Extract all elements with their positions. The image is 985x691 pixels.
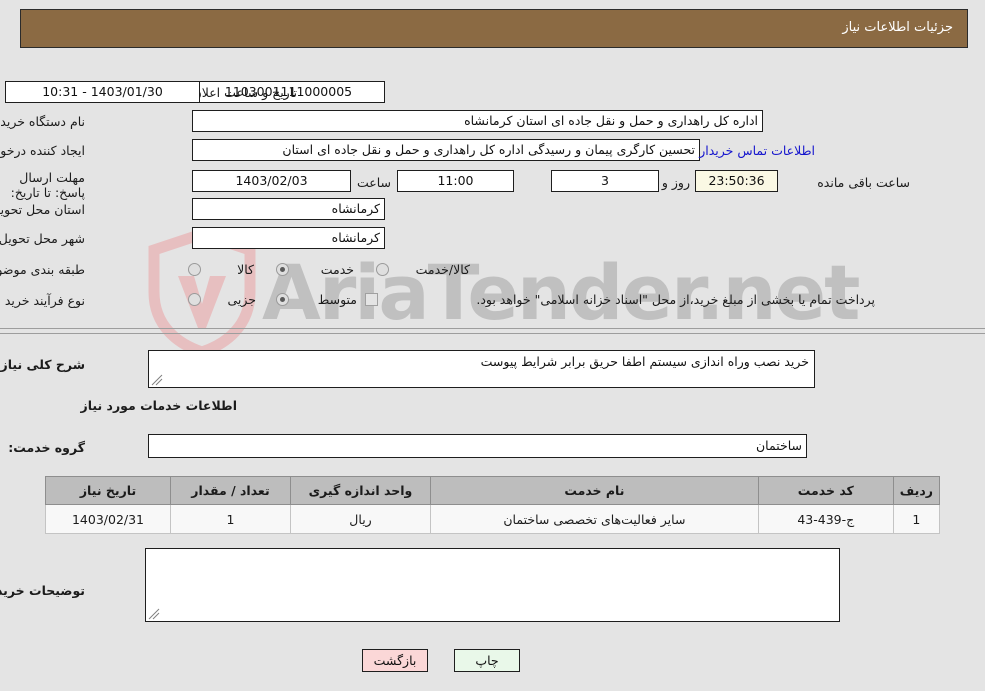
deadline-hour-field[interactable]: 11:00 — [397, 170, 514, 192]
buyer-org-field[interactable]: اداره کل راهداری و حمل و نقل جاده ای است… — [192, 110, 763, 132]
cell-name: سایر فعالیت‌های تخصصی ساختمان — [430, 504, 759, 534]
cell-index: 1 — [892, 504, 941, 534]
table-header-row: ردیف کد خدمت نام خدمت واحد اندازه گیری ت… — [45, 476, 941, 505]
buyer-org-label: نام دستگاه خریدار: — [0, 114, 85, 129]
remaining-days-label: روز و — [661, 175, 690, 190]
treasury-bond-checkbox[interactable] — [365, 293, 378, 306]
radio-process-jozyi[interactable] — [188, 293, 201, 306]
cell-code: ج-439-43 — [757, 504, 894, 534]
announce-datetime-field[interactable]: 1403/01/30 - 10:31 — [5, 81, 200, 103]
radio-category-kala[interactable] — [188, 263, 201, 276]
resize-grip-icon[interactable] — [148, 608, 160, 620]
col-date: تاریخ نیاز — [45, 476, 171, 505]
province-label: استان محل تحویل: — [0, 202, 85, 217]
divider-bottom — [0, 333, 985, 334]
requester-label: ایجاد کننده درخواست: — [0, 143, 85, 158]
service-group-field[interactable]: ساختمان — [148, 434, 807, 458]
category-option-1-label: خدمت — [320, 262, 354, 277]
description-label: شرح کلی نیاز: — [0, 357, 85, 372]
cell-unit: ریال — [290, 504, 431, 534]
province-field[interactable]: کرمانشاه — [192, 198, 385, 220]
table-row[interactable]: 1 ج-439-43 سایر فعالیت‌های تخصصی ساختمان… — [45, 504, 941, 534]
remaining-suffix-label: ساعت باقی مانده — [817, 175, 910, 190]
category-option-0-label: کالا — [237, 262, 254, 277]
category-label: طبقه بندی موضوعی: — [0, 262, 85, 277]
cell-date: 1403/02/31 — [45, 504, 171, 534]
remaining-days-field[interactable]: 3 — [551, 170, 659, 192]
cell-quantity: 1 — [170, 504, 291, 534]
page-title: جزئیات اطلاعات نیاز — [842, 20, 953, 35]
radio-process-motavaset[interactable] — [276, 293, 289, 306]
radio-category-khedmat[interactable] — [276, 263, 289, 276]
back-button[interactable]: بازگشت — [362, 649, 428, 672]
col-code: کد خدمت — [757, 476, 894, 505]
page-title-bar: جزئیات اطلاعات نیاز — [20, 9, 968, 48]
col-quantity: تعداد / مقدار — [170, 476, 291, 505]
deadline-label: مهلت ارسال پاسخ: تا تاریخ: — [10, 170, 85, 200]
description-textarea[interactable]: خرید نصب وراه اندازی سیستم اطفا حریق برا… — [148, 350, 815, 388]
buyer-notes-label: توضیحات خریدار: — [0, 583, 85, 598]
deadline-hour-label: ساعت — [356, 175, 391, 190]
city-label: شهر محل تحویل: — [0, 231, 85, 246]
city-field[interactable]: کرمانشاه — [192, 227, 385, 249]
divider-top — [0, 328, 985, 329]
services-table: ردیف کد خدمت نام خدمت واحد اندازه گیری ت… — [45, 476, 941, 534]
treasury-bond-note: پرداخت تمام یا بخشی از مبلغ خرید،از محل … — [476, 292, 875, 307]
radio-category-kala-khedmat[interactable] — [376, 263, 389, 276]
description-value: خرید نصب وراه اندازی سیستم اطفا حریق برا… — [480, 354, 809, 369]
tender-details-page: AriaTender.net جزئیات اطلاعات نیاز شماره… — [0, 0, 985, 691]
remaining-countdown-field: 23:50:36 — [695, 170, 778, 192]
category-option-2-label: کالا/خدمت — [415, 262, 470, 277]
col-index: ردیف — [892, 476, 941, 505]
col-unit: واحد اندازه گیری — [290, 476, 431, 505]
requester-field[interactable]: تحسین کارگری پیمان و رسیدگی اداره کل راه… — [192, 139, 700, 161]
services-section-title: اطلاعات خدمات مورد نیاز — [80, 398, 238, 413]
deadline-date-field[interactable]: 1403/02/03 — [192, 170, 351, 192]
buyer-contact-link[interactable]: اطلاعات تماس خریدار — [699, 143, 815, 158]
service-group-label: گروه خدمت: — [8, 440, 85, 455]
resize-grip-icon[interactable] — [151, 374, 163, 386]
print-button[interactable]: چاپ — [454, 649, 520, 672]
buyer-notes-textarea[interactable] — [145, 548, 840, 622]
process-label: نوع فرآیند خرید : — [0, 293, 85, 308]
col-name: نام خدمت — [430, 476, 759, 505]
process-option-1-label: متوسط — [317, 292, 357, 307]
process-option-0-label: جزیی — [227, 292, 256, 307]
